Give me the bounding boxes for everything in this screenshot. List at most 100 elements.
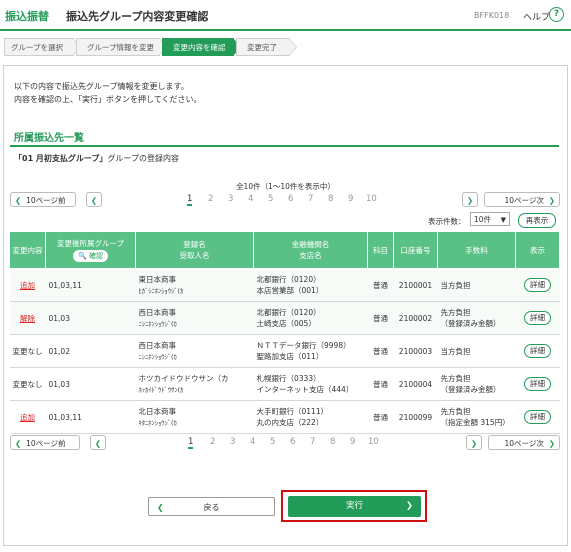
prev-10-button[interactable]: ❮ 10ページ前 <box>10 192 76 207</box>
chevron-right-icon: ❯ <box>405 501 413 511</box>
cell-group: 01,03,11 <box>45 268 136 302</box>
detail-button[interactable]: 詳細 <box>524 410 551 424</box>
recipients-table: 変更内容 変更後所属グループ 🔍 確認 登録名 受取人名 金融機関名 支店名 科目 口… <box>9 231 560 434</box>
chevron-left-icon: ❮ <box>157 503 164 512</box>
col-display: 表示 <box>515 231 560 269</box>
page-7[interactable]: 7 <box>310 437 315 447</box>
page-2[interactable]: 2 <box>208 194 213 204</box>
cell-account: 2100004 <box>393 367 438 401</box>
cell-bank: 北都銀行（0120） 本店営業部（001） <box>253 268 368 302</box>
cell-name: 西日本商事 ﾆｼﾆﾎﾝｼｮｳｼﾞ(ｶ <box>135 301 254 335</box>
col-change: 変更内容 <box>9 231 46 269</box>
step-complete: 変更完了 <box>236 38 297 56</box>
group-caption: 「01 月初支払グループ」グループの登録内容 <box>14 153 179 164</box>
page-1[interactable]: 1 <box>187 194 193 206</box>
cell-bank: 北都銀行（0120） 土崎支店（005） <box>253 301 368 335</box>
page-5[interactable]: 5 <box>268 194 273 204</box>
chevron-right-icon: ❯ <box>466 196 474 205</box>
cell-change[interactable]: 追加 <box>9 400 46 434</box>
step-confirm: 変更内容を確認 <box>162 38 241 56</box>
next-page-button[interactable]: ❯ <box>462 192 478 207</box>
table-row: 追加 01,03,11 北日本商事 ｷﾀﾆﾎﾝｼｮｳｼﾞ(ｶ 大手町銀行（0111） 丸の… <box>9 400 560 434</box>
help-link[interactable]: ヘルプ <box>523 10 550 23</box>
page-10[interactable]: 10 <box>368 437 379 447</box>
page-7[interactable]: 7 <box>308 194 313 204</box>
detail-button[interactable]: 詳細 <box>524 344 551 358</box>
cell-group: 01,02 <box>45 334 136 368</box>
col-group: 変更後所属グループ 🔍 確認 <box>45 231 136 269</box>
confirm-button[interactable]: 🔍 確認 <box>73 250 108 262</box>
cell-account: 2100099 <box>393 400 438 434</box>
cell-account: 2100003 <box>393 334 438 368</box>
chevron-left-icon: ❮ <box>15 196 22 205</box>
execute-button[interactable]: 実行 ❯ <box>288 496 421 517</box>
page-3[interactable]: 3 <box>230 437 235 447</box>
cell-change[interactable]: 追加 <box>9 268 46 302</box>
pager-bottom: ❮ 10ページ前 ❮ 1 2 3 4 5 6 7 8 9 10 ❯ 10ページ次… <box>10 435 560 451</box>
cell-type: 普通 <box>367 400 394 434</box>
page-9[interactable]: 9 <box>350 437 355 447</box>
detail-button[interactable]: 詳細 <box>524 377 551 391</box>
table-row: 追加 01,03,11 東日本商事 ﾋｶﾞｼﾆﾎﾝｼｮｳｼﾞ(ｶ 北都銀行（0120）本… <box>9 268 560 302</box>
page-6[interactable]: 6 <box>288 194 293 204</box>
detail-button[interactable]: 詳細 <box>524 311 551 325</box>
next-page-button[interactable]: ❯ <box>466 435 482 450</box>
page-4[interactable]: 4 <box>248 194 253 204</box>
chevron-left-icon: ❮ <box>15 439 22 448</box>
cell-change: 変更なし <box>9 334 46 368</box>
page-header: 振込振替 振込先グループ内容変更確認 BFFK018 ヘルプ ? <box>0 0 571 31</box>
category-label: 振込振替 <box>5 10 49 23</box>
col-fee: 手数料 <box>437 231 516 269</box>
next-10-button[interactable]: 10ページ次 ❯ <box>488 435 560 450</box>
chevron-right-icon: ❯ <box>470 439 478 448</box>
cell-name: ホツカイドウドウサン（カ ﾎｯｶｲﾄﾞｳﾄﾞｳｻﾝ(ｶ <box>135 367 254 401</box>
page-8[interactable]: 8 <box>328 194 333 204</box>
chevron-left-icon: ❮ <box>94 439 102 448</box>
section-divider <box>10 145 559 147</box>
cell-display: 詳細 <box>515 334 560 368</box>
cell-fee: 当方負担 <box>437 268 516 302</box>
page-8[interactable]: 8 <box>330 437 335 447</box>
table-row: 変更なし 01,02 西日本商事 ﾆｼﾆﾎﾝｼｮｳｼﾞ(ｶ ＮＴＴデータ銀行（9998）… <box>9 334 560 368</box>
page-10[interactable]: 10 <box>366 194 377 204</box>
redisplay-button[interactable]: 再表示 <box>518 213 556 228</box>
page-5[interactable]: 5 <box>270 437 275 447</box>
cell-display: 詳細 <box>515 367 560 401</box>
col-name: 登録名 受取人名 <box>135 231 254 269</box>
cell-change[interactable]: 解除 <box>9 301 46 335</box>
cell-group: 01,03 <box>45 301 136 335</box>
col-account: 口座番号 <box>393 231 438 269</box>
cell-fee: 先方負担 （指定金額 315円） <box>437 400 516 434</box>
next-10-button[interactable]: 10ページ次 ❯ <box>484 192 560 207</box>
prev-page-button[interactable]: ❮ <box>86 192 102 207</box>
cell-type: 普通 <box>367 367 394 401</box>
prev-10-button[interactable]: ❮ 10ページ前 <box>10 435 80 450</box>
page-1[interactable]: 1 <box>188 437 194 449</box>
back-button[interactable]: ❮ 戻る <box>148 497 275 516</box>
section-title: 所属振込先一覧 <box>14 133 84 144</box>
header-divider <box>0 29 571 31</box>
prev-page-button[interactable]: ❮ <box>90 435 106 450</box>
cell-fee: 先方負担 （登録済み金額） <box>437 301 516 335</box>
cell-display: 詳細 <box>515 400 560 434</box>
page-4[interactable]: 4 <box>250 437 255 447</box>
table-header-row: 変更内容 変更後所属グループ 🔍 確認 登録名 受取人名 金融機関名 支店名 科目 口… <box>9 231 560 269</box>
page-2[interactable]: 2 <box>210 437 215 447</box>
intro-text-1: 以下の内容で振込先グループ情報を変更します。 <box>14 82 189 91</box>
detail-button[interactable]: 詳細 <box>524 278 551 292</box>
page-6[interactable]: 6 <box>290 437 295 447</box>
chevron-right-icon: ❯ <box>548 439 555 448</box>
cell-change: 変更なし <box>9 367 46 401</box>
page-9[interactable]: 9 <box>348 194 353 204</box>
chevron-right-icon: ❯ <box>548 196 555 205</box>
page-3[interactable]: 3 <box>228 194 233 204</box>
pager-top: ❮ 10ページ前 ❮ 1 2 3 4 5 6 7 8 9 10 ❯ 10ページ次… <box>10 192 560 208</box>
cell-name: 西日本商事 ﾆｼﾆﾎﾝｼｮｳｼﾞ(ｶ <box>135 334 254 368</box>
cell-type: 普通 <box>367 301 394 335</box>
help-icon[interactable]: ? <box>549 7 564 22</box>
cell-name: 東日本商事 ﾋｶﾞｼﾆﾎﾝｼｮｳｼﾞ(ｶ <box>135 268 254 302</box>
display-count-select[interactable]: 10件 ▼ <box>470 212 510 226</box>
zoom-icon: 🔍 <box>78 252 87 260</box>
caret-down-icon: ▼ <box>500 216 506 224</box>
cell-bank: 大手町銀行（0111） 丸の内支店（222） <box>253 400 368 434</box>
